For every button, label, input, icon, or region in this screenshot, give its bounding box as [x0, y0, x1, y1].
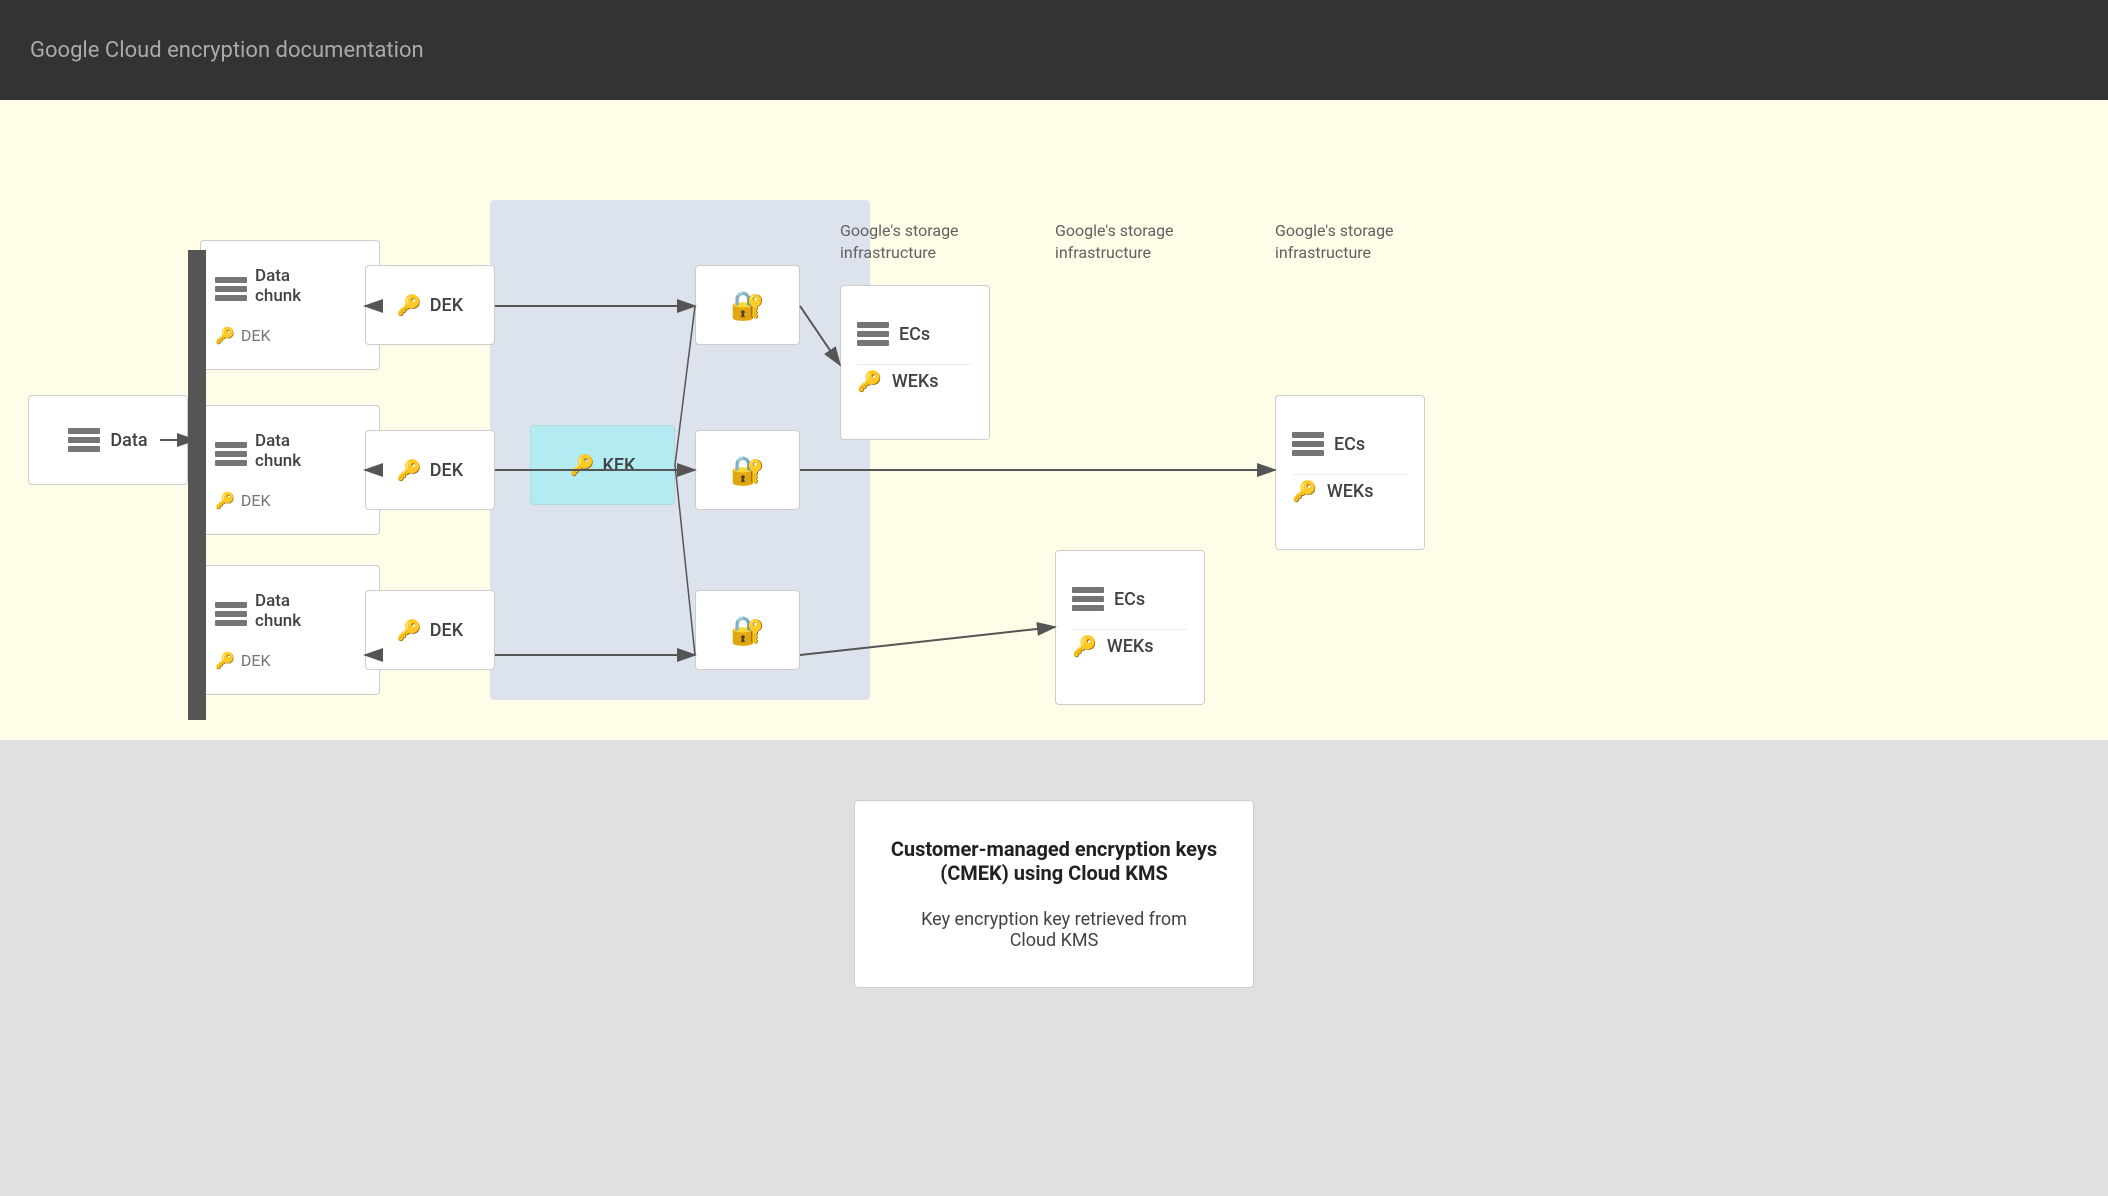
dek3-label: DEK	[430, 620, 463, 641]
storage1-ecs-label: ECs	[899, 324, 930, 345]
dek-box-1: 🔑 DEK	[365, 265, 495, 345]
storage1-db-icon	[857, 320, 889, 348]
info-desc: Key encryption key retrieved fromCloud K…	[883, 909, 1225, 951]
storage2-key-icon: 🔑	[1292, 479, 1317, 503]
storage2-ecs-label: ECs	[1334, 434, 1365, 455]
vbar-main	[188, 250, 206, 720]
dek-box-2: 🔑 DEK	[365, 430, 495, 510]
chunk2-key-icon: 🔑	[215, 491, 235, 510]
storage3-ecs-label: ECs	[1114, 589, 1145, 610]
chunk3-key-icon: 🔑	[215, 651, 235, 670]
dek3-key-icon: 🔑	[397, 618, 422, 642]
top-bar-text: Google Cloud encryption documentation	[30, 38, 424, 63]
chunk-box-3: Datachunk 🔑 DEK	[200, 565, 380, 695]
enc-key-box-2: 🔐	[695, 430, 800, 510]
dek2-label: DEK	[430, 460, 463, 481]
storage3-ecs-row: ECs	[1072, 585, 1145, 613]
chunk1-db-icon	[215, 275, 247, 303]
dek1-label: DEK	[430, 295, 463, 316]
storage2-db-icon	[1292, 430, 1324, 458]
storage-box-2: ECs 🔑 WEKs	[1275, 395, 1425, 550]
storage2-weks-label: WEKs	[1327, 481, 1374, 502]
chunk3-title: Datachunk	[255, 591, 301, 631]
chunk2-db-icon	[215, 440, 247, 468]
top-bar: Google Cloud encryption documentation	[0, 0, 2108, 100]
storage2-ecs-row: ECs	[1292, 430, 1365, 458]
infra-label-1: Google's storageinfrastructure	[840, 220, 959, 265]
enc-key1-icon: 🔐	[730, 289, 765, 322]
storage3-weks-label: WEKs	[1107, 636, 1154, 657]
info-box: Customer-managed encryption keys(CMEK) u…	[854, 800, 1254, 988]
chunk3-db-icon	[215, 600, 247, 628]
info-title: Customer-managed encryption keys(CMEK) u…	[883, 837, 1225, 885]
chunk-box-1: Datachunk 🔑 DEK	[200, 240, 380, 370]
bottom-area: Customer-managed encryption keys(CMEK) u…	[0, 740, 2108, 1196]
storage2-weks-row: 🔑 WEKs	[1292, 479, 1374, 503]
storage-box-1: ECs 🔑 WEKs	[840, 285, 990, 440]
data-label: Data	[110, 430, 147, 451]
enc-key2-icon: 🔐	[730, 454, 765, 487]
enc-key-box-1: 🔐	[695, 265, 800, 345]
storage1-weks-label: WEKs	[892, 371, 939, 392]
chunk-box-2: Datachunk 🔑 DEK	[200, 405, 380, 535]
kek-label: KEK	[602, 455, 635, 476]
storage-box-3: ECs 🔑 WEKs	[1055, 550, 1205, 705]
chunk2-sublabel: 🔑 DEK	[215, 491, 271, 510]
enc-key-box-3: 🔐	[695, 590, 800, 670]
dek1-key-icon: 🔑	[397, 293, 422, 317]
enc-key3-icon: 🔐	[730, 614, 765, 647]
data-box: Data	[28, 395, 188, 485]
kek-box: 🔑 KEK	[530, 425, 675, 505]
data-db-icon	[68, 426, 100, 454]
storage1-weks-row: 🔑 WEKs	[857, 369, 939, 393]
storage3-db-icon	[1072, 585, 1104, 613]
chunk1-title: Datachunk	[255, 266, 301, 306]
storage1-key-icon: 🔑	[857, 369, 882, 393]
storage3-weks-row: 🔑 WEKs	[1072, 634, 1154, 658]
dek-box-3: 🔑 DEK	[365, 590, 495, 670]
kek-key-icon: 🔑	[570, 453, 595, 477]
chunk2-title: Datachunk	[255, 431, 301, 471]
chunk1-sublabel: 🔑 DEK	[215, 326, 271, 345]
storage1-ecs-row: ECs	[857, 320, 930, 348]
dek2-key-icon: 🔑	[397, 458, 422, 482]
chunk3-sublabel: 🔑 DEK	[215, 651, 271, 670]
infra-label-3: Google's storageinfrastructure	[1275, 220, 1394, 265]
chunk1-key-icon: 🔑	[215, 326, 235, 345]
infra-label-2: Google's storageinfrastructure	[1055, 220, 1174, 265]
diagram-area: Google's storageinfrastructure Google's …	[0, 100, 2108, 740]
storage3-key-icon: 🔑	[1072, 634, 1097, 658]
